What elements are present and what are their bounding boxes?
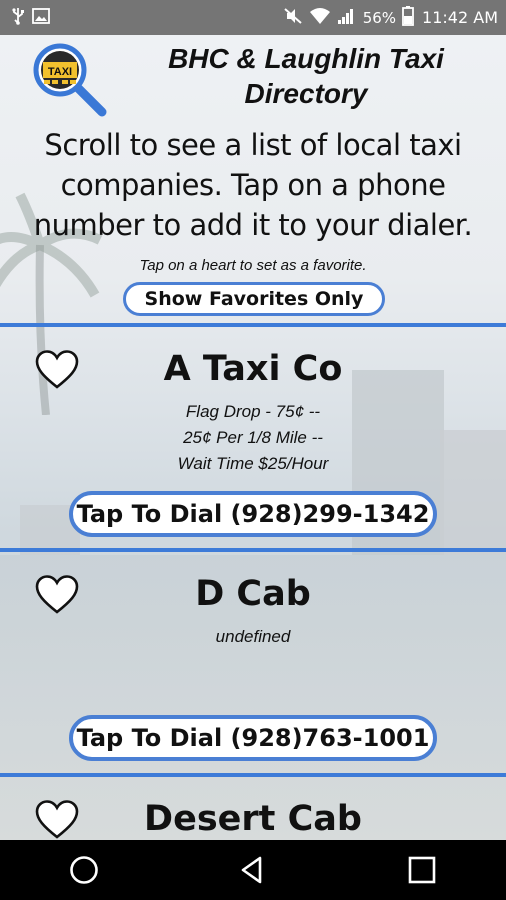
taxi-company-card: Desert Cab <box>0 777 506 840</box>
favorite-hint-text: Tap on a heart to set as a favorite. <box>139 257 367 274</box>
dial-button[interactable]: Tap To Dial (928)763-1001 <box>69 715 437 761</box>
clock: 11:42 AM <box>422 8 498 27</box>
status-bar-right: 56% 11:42 AM <box>283 5 498 30</box>
logo-text: TAXI <box>48 66 72 78</box>
square-recents-icon <box>408 856 435 884</box>
company-name: Desert Cab <box>144 799 362 839</box>
dial-button[interactable]: Tap To Dial (928)299-1342 <box>69 491 437 537</box>
recents-button[interactable] <box>392 840 452 900</box>
signal-icon <box>337 7 355 29</box>
wifi-icon <box>309 7 331 29</box>
rate-line: Flag Drop - 75¢ -- <box>185 402 321 421</box>
battery-icon <box>402 5 414 30</box>
triangle-back-icon <box>241 856 262 884</box>
rate-line: 25¢ Per 1/8 Mile -- <box>183 428 323 447</box>
home-button[interactable] <box>54 840 114 900</box>
company-rates: Flag Drop - 75¢ -- 25¢ Per 1/8 Mile -- W… <box>0 399 506 477</box>
taxi-company-card: A Taxi Co Flag Drop - 75¢ -- 25¢ Per 1/8… <box>0 327 506 549</box>
image-icon <box>32 7 50 28</box>
show-favorites-button[interactable]: Show Favorites Only <box>123 282 385 316</box>
company-name: D Cab <box>195 574 311 614</box>
page-title: BHC & Laughlin Taxi Directory <box>168 43 444 109</box>
status-bar-left <box>10 7 50 29</box>
rate-line: Wait Time $25/Hour <box>177 454 329 473</box>
back-button[interactable] <box>223 840 283 900</box>
usb-icon <box>10 7 26 29</box>
app-content[interactable]: TAXI BHC & Laughlin Taxi Directory Scrol… <box>0 35 506 840</box>
taxi-search-logo-icon: TAXI <box>33 43 107 117</box>
taxi-company-card: D Cab undefined Tap To Dial (928)763-100… <box>0 552 506 773</box>
navigation-bar <box>0 840 506 900</box>
circle-home-icon <box>70 856 99 884</box>
status-bar: 56% 11:42 AM <box>0 0 506 35</box>
mute-icon <box>283 7 303 29</box>
header: TAXI BHC & Laughlin Taxi Directory Scrol… <box>0 35 506 325</box>
instructions-text: Scroll to see a list of local taxi compa… <box>33 128 473 242</box>
company-rates: undefined <box>0 624 506 650</box>
company-name: A Taxi Co <box>163 349 343 389</box>
battery-percent: 56% <box>362 8 397 27</box>
rate-line: undefined <box>215 627 291 646</box>
